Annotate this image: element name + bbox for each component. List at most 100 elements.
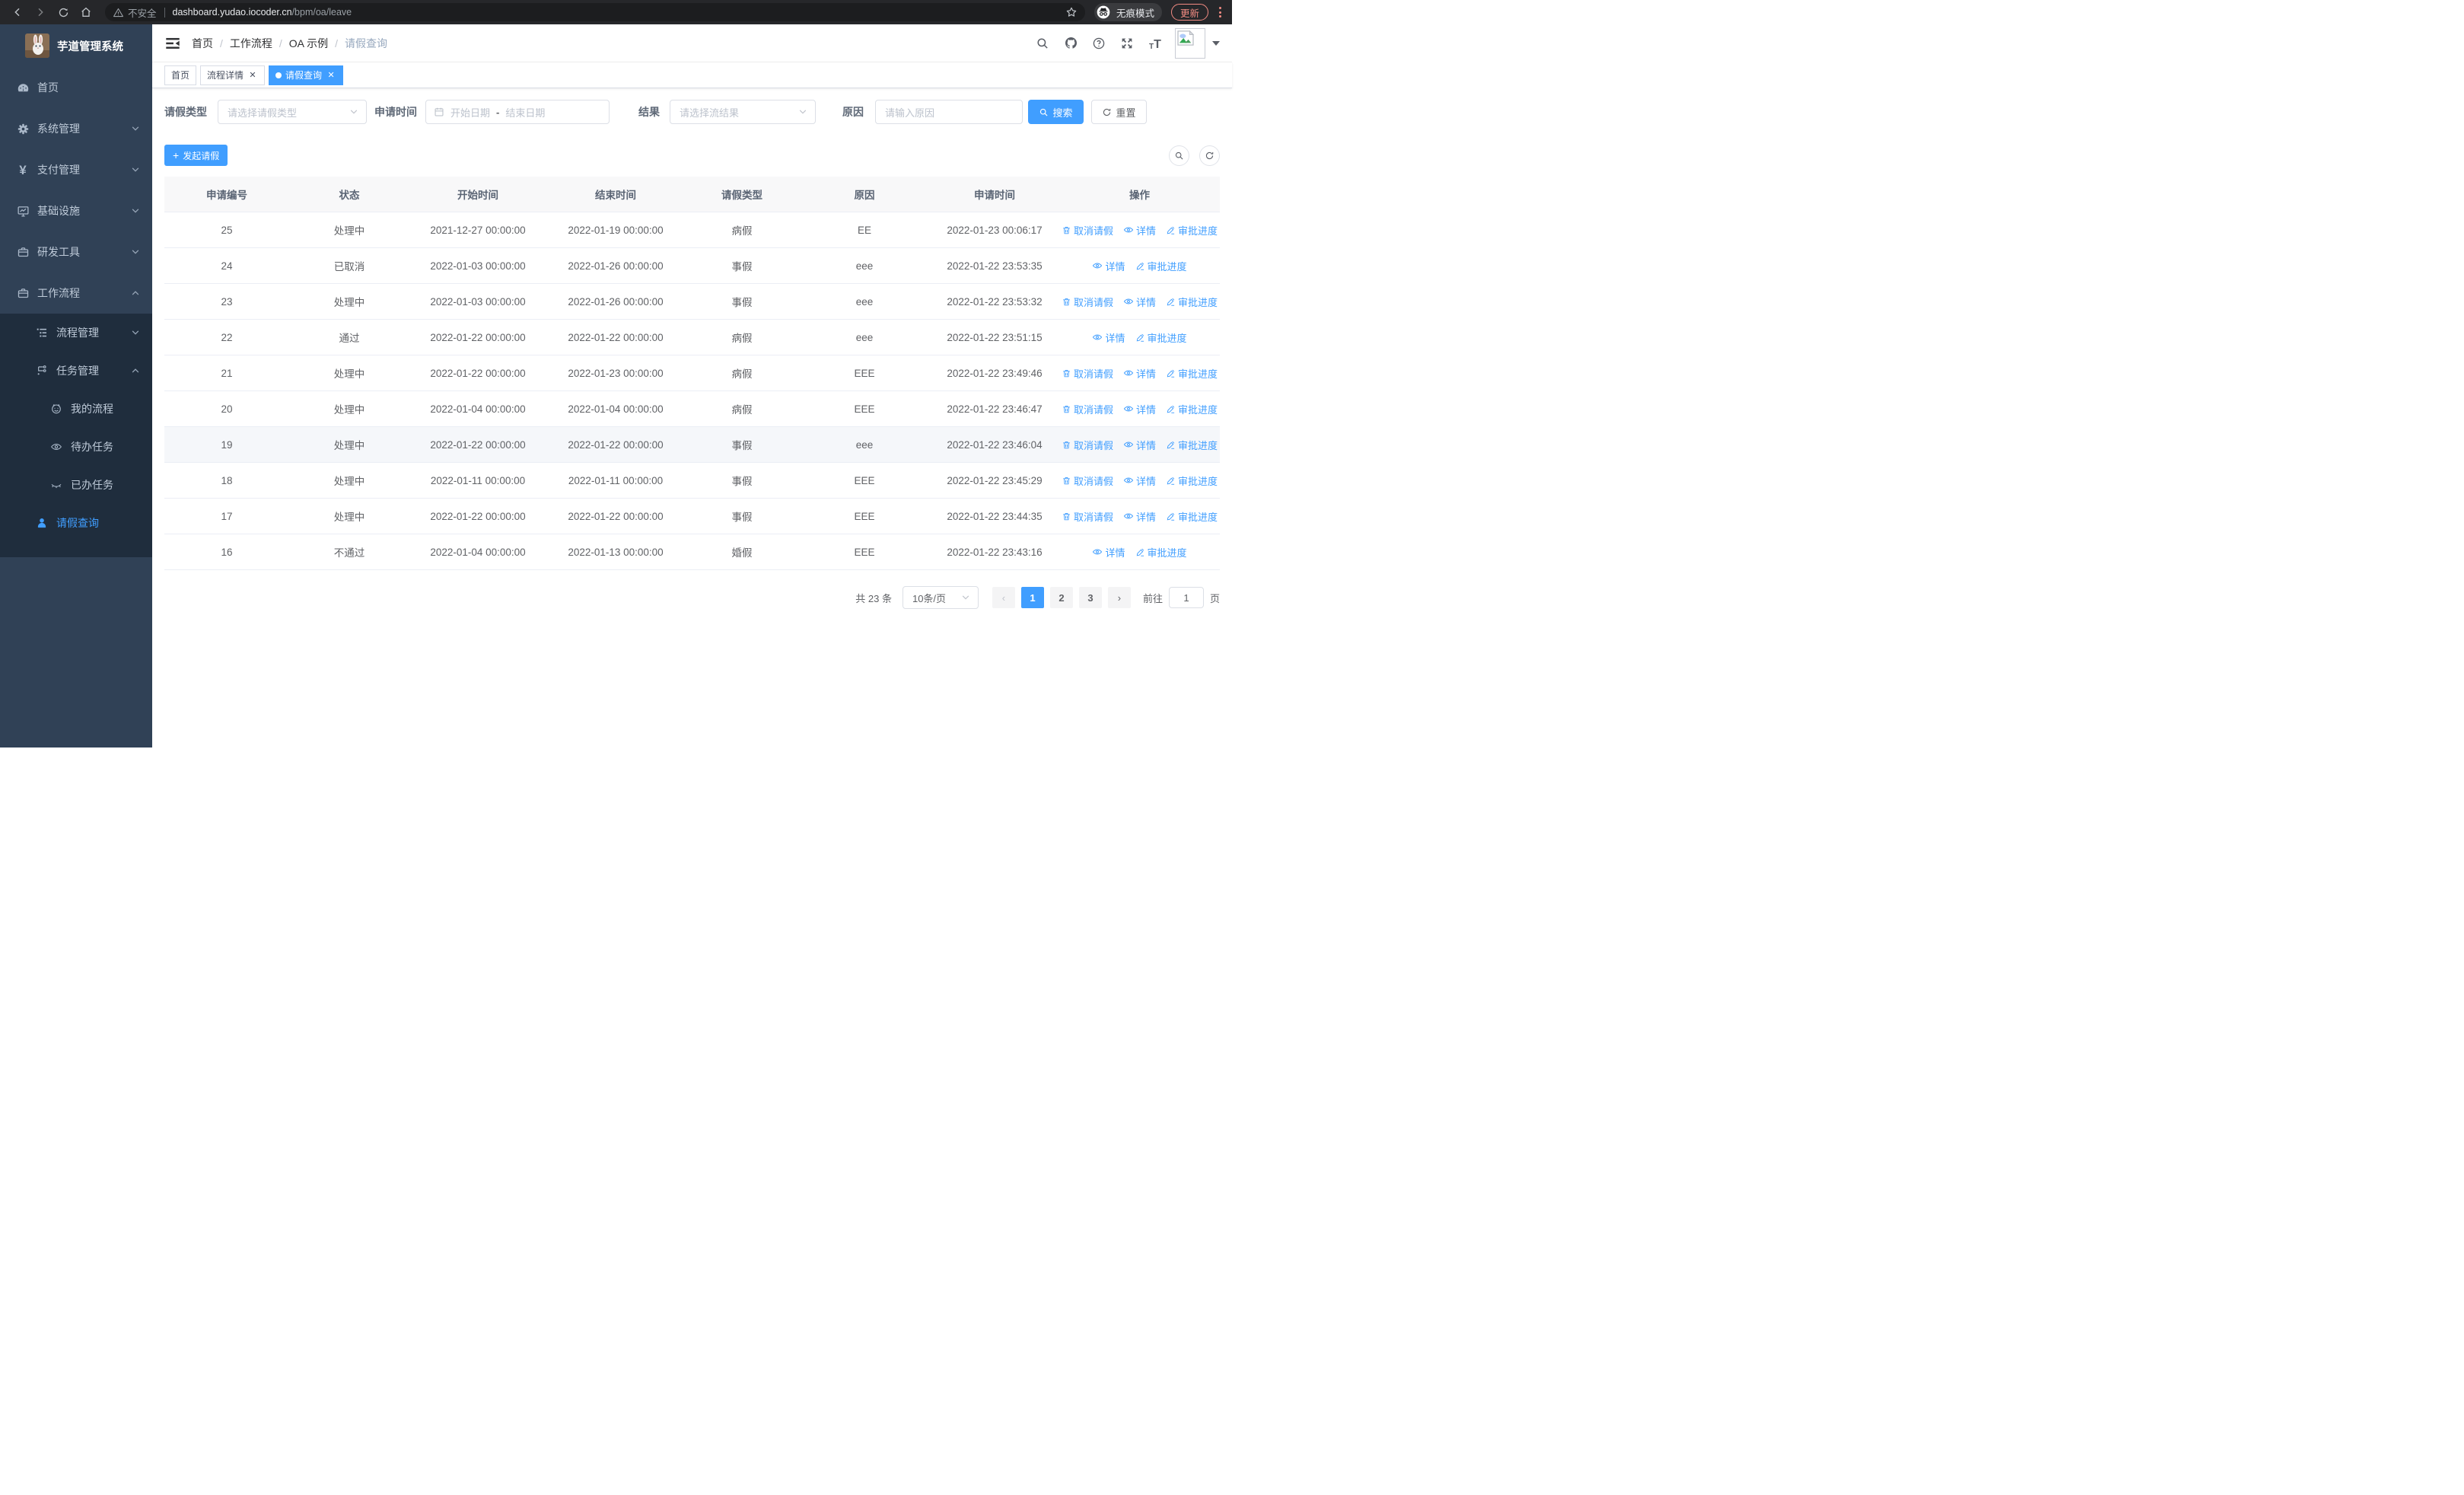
browser-back-icon[interactable] [8,2,27,22]
detail-link[interactable]: 详情 [1092,545,1125,559]
next-page-button[interactable]: › [1107,587,1131,608]
avatar[interactable] [1175,27,1205,59]
cancel-leave-link[interactable]: 取消请假 [1062,366,1113,381]
detail-label: 详情 [1105,332,1125,344]
detail-link[interactable]: 详情 [1092,330,1125,345]
sidebar-item-label: 工作流程 [37,287,80,299]
cell-actions: 取消请假 详情 审批进度 [1059,473,1220,488]
approval-progress-link[interactable]: 审批进度 [1166,509,1218,524]
page-button-3[interactable]: 3 [1078,587,1102,608]
sidebar-item-leave-query[interactable]: 请假查询 [0,504,152,542]
tab-process-detail[interactable]: 流程详情 ✕ [200,65,266,85]
breadcrumb-workflow[interactable]: 工作流程 [230,36,272,51]
approval-progress-link[interactable]: 审批进度 [1135,545,1187,559]
cell-start-time: 2022-01-22 00:00:00 [430,438,526,451]
dashboard-gauge-icon [16,81,30,94]
prev-page-button[interactable]: ‹ [992,587,1015,608]
sidebar-item-label: 已办任务 [71,479,113,491]
browser-menu-icon[interactable] [1219,7,1221,18]
avatar-dropdown-caret[interactable] [1212,40,1220,46]
detail-link[interactable]: 详情 [1123,438,1156,452]
column-header: 状态 [339,190,360,201]
tab-home[interactable]: 首页 [164,65,197,85]
approval-progress-link[interactable]: 审批进度 [1166,223,1218,237]
tab-leave-query[interactable]: 请假查询 ✕ [269,65,344,85]
github-icon[interactable] [1063,36,1078,51]
search-icon[interactable] [1035,36,1050,51]
breadcrumb-oa-example[interactable]: OA 示例 [289,36,328,51]
cell-reason: EE [857,224,871,236]
sidebar-item-home[interactable]: 首页 [0,67,152,108]
reason-input[interactable]: 请输入原因 [875,100,1023,124]
tab-label: 流程详情 [207,70,244,81]
sidebar-item-label: 首页 [37,81,59,94]
approval-progress-link[interactable]: 审批进度 [1135,259,1187,273]
detail-link[interactable]: 详情 [1123,223,1156,237]
fullscreen-icon[interactable] [1119,36,1135,51]
refresh-table-icon[interactable] [1199,145,1220,166]
browser-update-button[interactable]: 更新 [1170,4,1208,21]
url-bar[interactable]: 不安全 dashboard.yudao.iocoder.cn/bpm/oa/le… [105,3,1085,21]
page-button-2[interactable]: 2 [1049,587,1073,608]
flow-branch-icon [35,364,49,378]
cell-leave-type: 婚假 [731,547,753,559]
bookmark-star-icon[interactable] [1065,6,1078,18]
search-button[interactable]: 搜索 [1028,100,1084,124]
browser-reload-icon[interactable] [53,2,73,22]
create-leave-button[interactable]: + 发起请假 [164,145,228,166]
approval-progress-label: 审批进度 [1147,332,1187,344]
incognito-badge: 无痕模式 [1094,3,1162,21]
result-select[interactable]: 请选择流结果 [670,100,816,124]
cancel-leave-link[interactable]: 取消请假 [1062,223,1113,237]
approval-progress-link[interactable]: 审批进度 [1166,438,1218,452]
close-icon[interactable]: ✕ [326,70,336,81]
browser-home-icon[interactable] [76,2,96,22]
sidebar-item-label: 研发工具 [37,246,80,258]
sidebar-collapse-icon[interactable] [164,35,181,52]
sidebar-item-my-process[interactable]: 我的流程 [0,390,152,428]
sidebar-item-done-tasks[interactable]: 已办任务 [0,466,152,504]
detail-link[interactable]: 详情 [1123,402,1156,416]
browser-forward-icon[interactable] [30,2,50,22]
app-logo-row[interactable]: 芋道管理系统 [0,24,152,67]
sidebar-item-payment[interactable]: ¥ 支付管理 [0,149,152,190]
sidebar-item-infrastructure[interactable]: 基础设施 [0,190,152,231]
help-icon[interactable] [1091,36,1106,51]
sidebar-item-label: 请假查询 [56,517,99,529]
leave-type-select[interactable]: 请选择请假类型 [218,100,367,124]
breadcrumb-separator: / [279,37,282,49]
detail-link[interactable]: 详情 [1123,509,1156,524]
reset-button[interactable]: 重置 [1091,100,1147,124]
cancel-leave-link[interactable]: 取消请假 [1062,473,1113,488]
detail-label: 详情 [1136,475,1157,487]
sidebar-item-todo-tasks[interactable]: 待办任务 [0,428,152,466]
approval-progress-link[interactable]: 审批进度 [1166,366,1218,381]
goto-page-input[interactable]: 1 [1168,587,1204,608]
sidebar-item-workflow[interactable]: 工作流程 [0,273,152,314]
cancel-leave-link[interactable]: 取消请假 [1062,402,1113,416]
detail-link[interactable]: 详情 [1123,295,1156,309]
cancel-leave-link[interactable]: 取消请假 [1062,295,1113,309]
sidebar-item-process-management[interactable]: 流程管理 [0,314,152,352]
cell-start-time: 2022-01-03 00:00:00 [430,260,526,272]
detail-link[interactable]: 详情 [1092,259,1125,273]
cell-id: 19 [221,438,233,451]
approval-progress-link[interactable]: 审批进度 [1166,295,1218,309]
approval-progress-link[interactable]: 审批进度 [1135,330,1187,345]
cancel-leave-link[interactable]: 取消请假 [1062,509,1113,524]
detail-link[interactable]: 详情 [1123,473,1156,488]
font-size-icon[interactable]: TT [1148,36,1163,51]
breadcrumb-home[interactable]: 首页 [192,36,213,51]
sidebar-item-task-management[interactable]: 任务管理 [0,352,152,390]
detail-link[interactable]: 详情 [1123,366,1156,381]
apply-time-range-picker[interactable]: 开始日期 - 结束日期 [425,100,610,124]
sidebar-item-system[interactable]: 系统管理 [0,108,152,149]
close-icon[interactable]: ✕ [247,70,258,81]
approval-progress-link[interactable]: 审批进度 [1166,473,1218,488]
page-size-select[interactable]: 10条/页 [902,586,979,609]
page-button-1[interactable]: 1 [1020,587,1044,608]
show-search-toggle-icon[interactable] [1169,145,1189,166]
approval-progress-link[interactable]: 审批进度 [1166,402,1218,416]
cancel-leave-link[interactable]: 取消请假 [1062,438,1113,452]
sidebar-item-devtools[interactable]: 研发工具 [0,231,152,273]
